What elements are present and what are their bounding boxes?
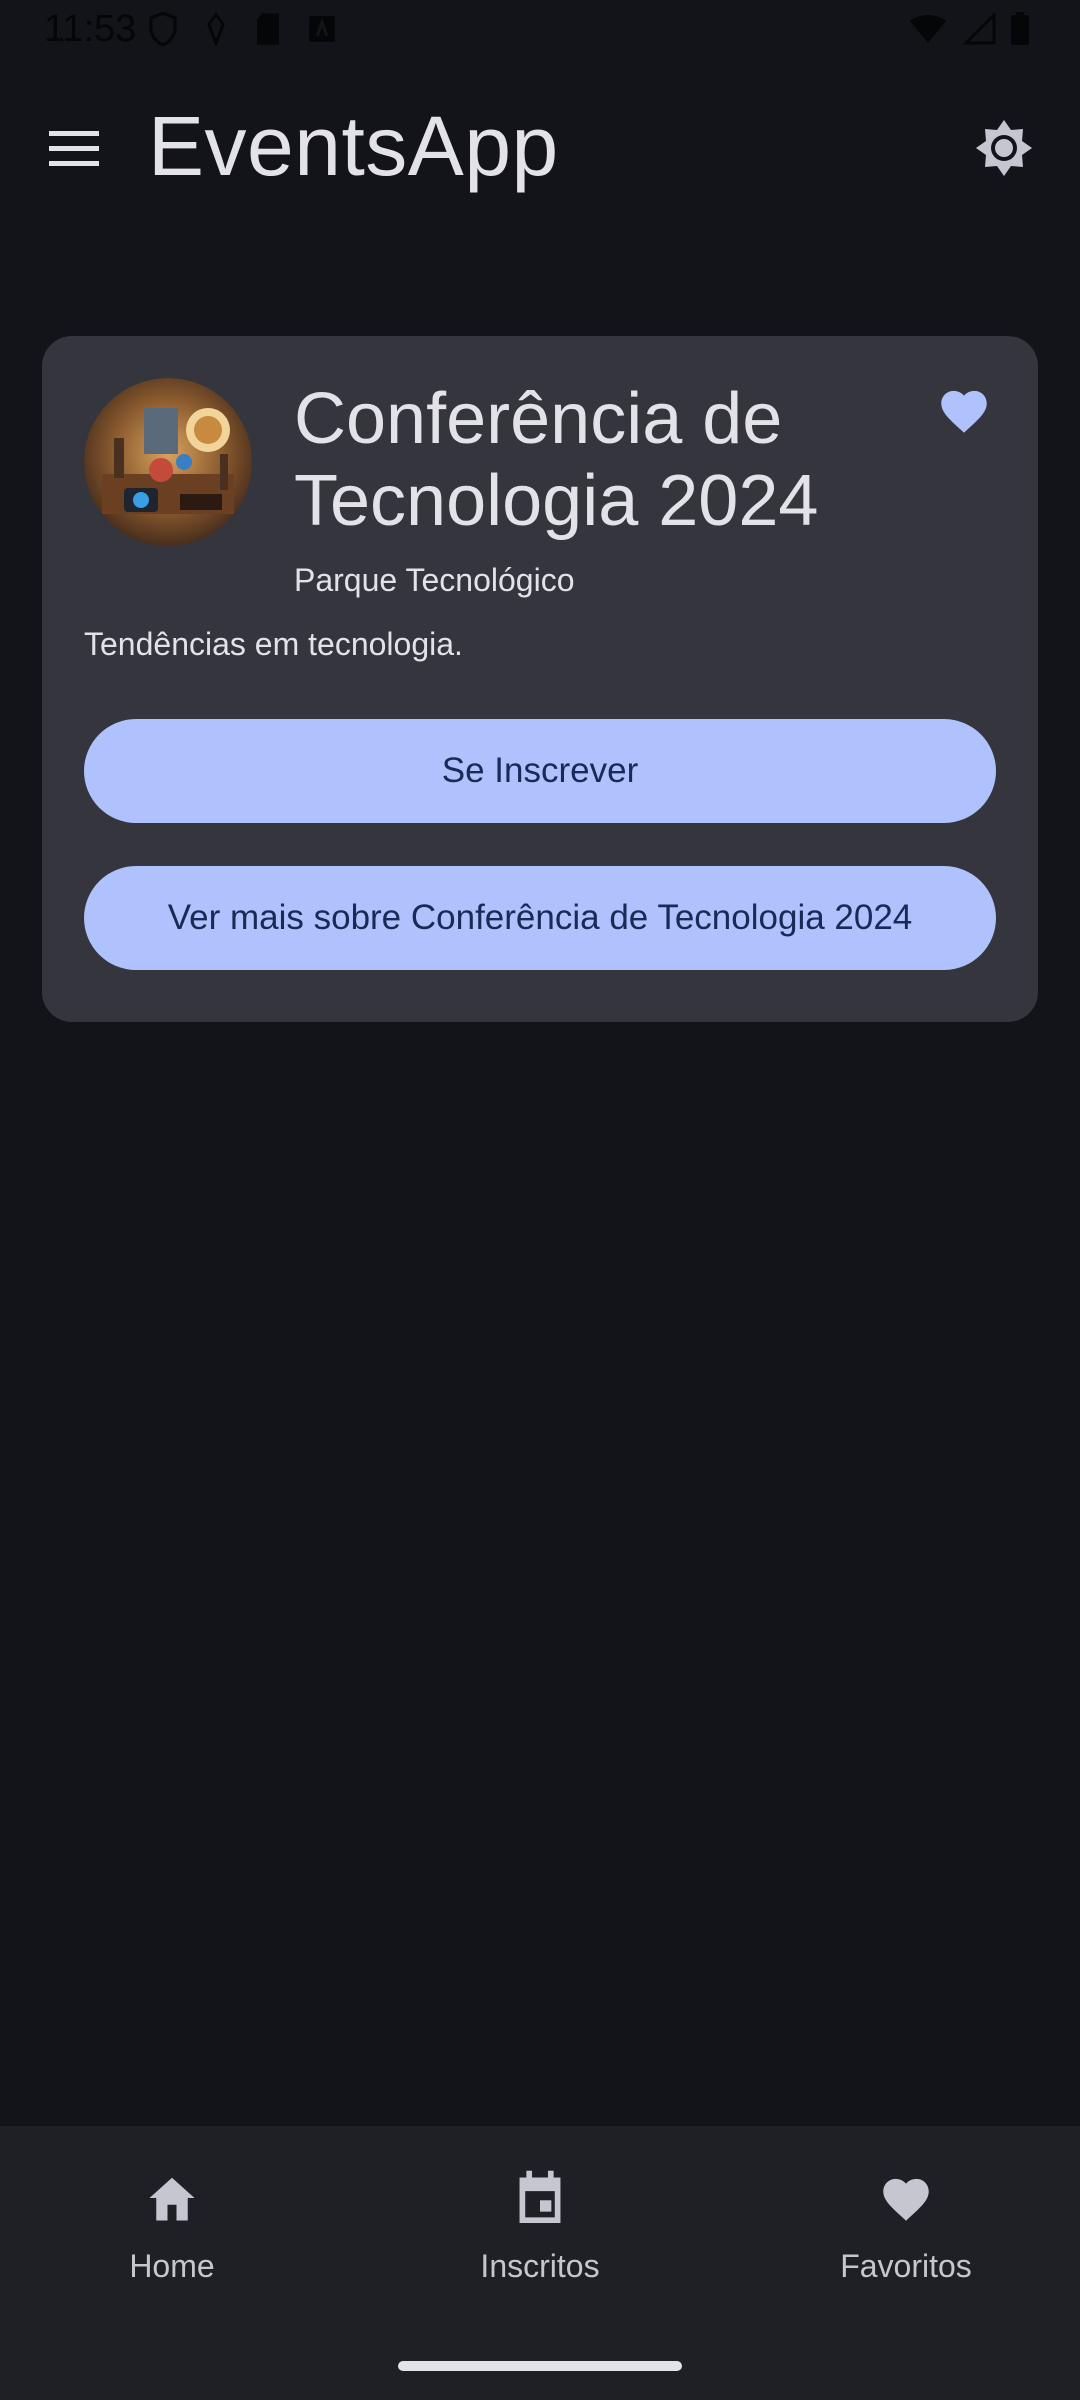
nav-item-home[interactable]: Home [22, 2166, 322, 2306]
hamburger-menu-icon [49, 131, 99, 166]
bottom-navigation: Home Inscritos Favoritos [0, 2126, 1080, 2400]
event-image [84, 378, 252, 546]
event-card[interactable]: Conferência de Tecnologia 2024 Parque Te… [42, 336, 1038, 1022]
event-location: Parque Tecnológico [294, 562, 575, 598]
battery-icon [1011, 12, 1029, 45]
status-system-icons [908, 12, 1030, 46]
nav-item-favoritos[interactable]: Favoritos [756, 2166, 1056, 2306]
favorite-button[interactable] [932, 378, 996, 442]
menu-button[interactable] [40, 118, 108, 178]
status-time: 11:53 [44, 8, 137, 50]
top-app-bar: EventsApp [0, 70, 1080, 220]
status-notification-icons [148, 12, 336, 46]
app-title: EventsApp [148, 99, 559, 193]
text-box-icon [309, 16, 335, 42]
brightness-icon [976, 120, 1032, 176]
event-title: Conferência de Tecnologia 2024 [294, 379, 819, 541]
nav-label-home: Home [129, 2248, 215, 2284]
shield-icon [149, 12, 177, 46]
wifi-icon [910, 15, 946, 43]
see-more-button[interactable]: Ver mais sobre Conferência de Tecnologia… [84, 866, 996, 970]
nav-label-inscritos: Inscritos [480, 2248, 600, 2284]
event-description: Tendências em tecnologia. [84, 626, 463, 662]
signal-icon [962, 13, 996, 45]
calendar-icon [519, 2170, 561, 2223]
heart-icon [941, 390, 987, 433]
heart-icon [883, 2178, 929, 2221]
nav-item-inscritos[interactable]: Inscritos [390, 2166, 690, 2306]
vpn-key-icon [207, 12, 225, 46]
gesture-home-indicator[interactable] [398, 2361, 682, 2371]
theme-toggle-button[interactable] [968, 112, 1040, 184]
nav-label-favoritos: Favoritos [840, 2248, 972, 2284]
sd-card-icon [257, 13, 279, 45]
home-icon [149, 2177, 195, 2221]
status-bar: 11:53 [0, 0, 1080, 60]
subscribe-button[interactable]: Se Inscrever [84, 719, 996, 823]
